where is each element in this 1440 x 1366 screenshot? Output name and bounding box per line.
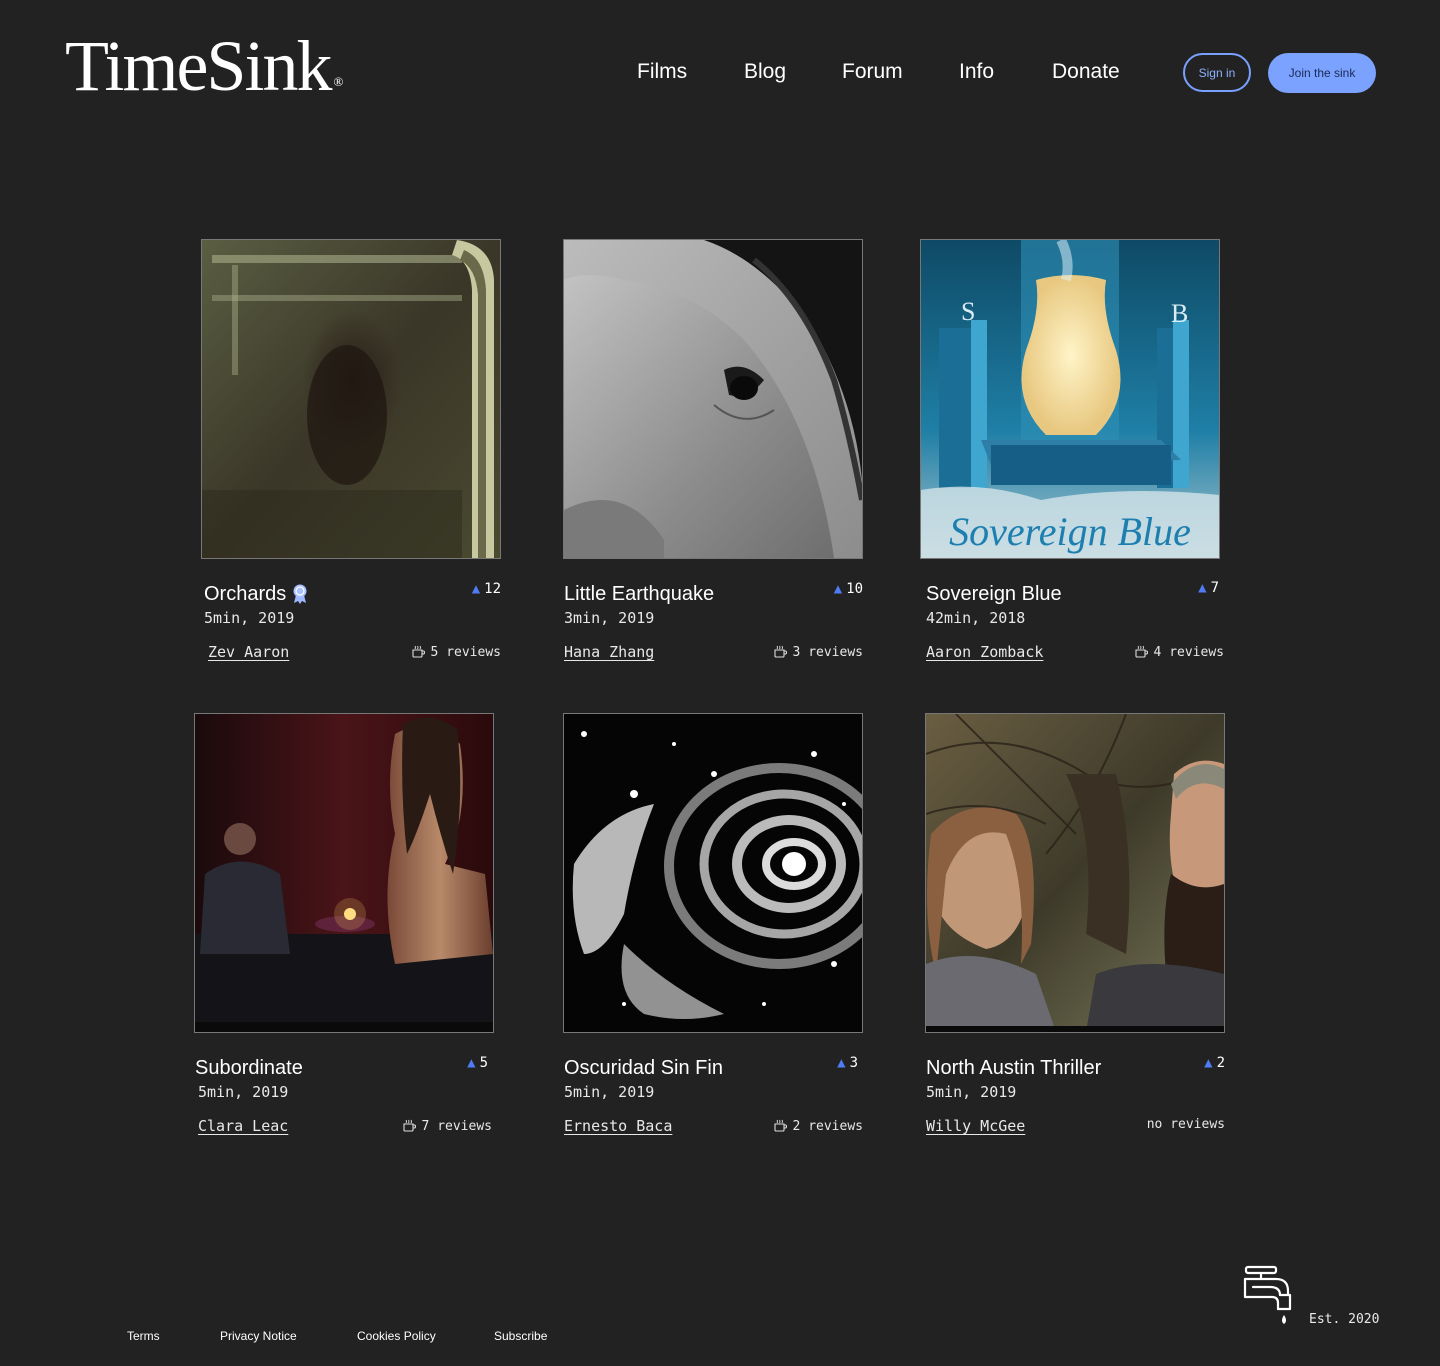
- join-the-sink-button[interactable]: Join the sink: [1268, 53, 1376, 93]
- film-card-orchards[interactable]: Orchards ▲ 12 5min, 2019 Zev Aaron 5 revi…: [201, 239, 501, 663]
- nav-forum-link[interactable]: Forum: [842, 60, 903, 84]
- triangle-up-icon[interactable]: ▲: [467, 1055, 475, 1071]
- triangle-up-icon[interactable]: ▲: [1198, 580, 1206, 596]
- review-count[interactable]: 5 reviews: [411, 645, 501, 662]
- vote-count[interactable]: ▲ 2: [1204, 1055, 1225, 1071]
- film-title[interactable]: Sovereign Blue: [926, 583, 1062, 606]
- faucet-icon: [1240, 1265, 1296, 1332]
- review-count[interactable]: 7 reviews: [402, 1119, 492, 1136]
- film-card-little-earthquake[interactable]: Little Earthquake ▲ 10 3min, 2019 Hana Zh…: [563, 239, 863, 663]
- film-thumbnail-sovereign-blue[interactable]: S B Sovereign Blue: [920, 239, 1220, 559]
- triangle-up-icon[interactable]: ▲: [472, 581, 480, 597]
- poster-letter-b: B: [1171, 299, 1188, 328]
- director-link[interactable]: Zev Aaron: [208, 643, 289, 661]
- footer-terms-link[interactable]: Terms: [127, 1329, 160, 1343]
- vote-count[interactable]: ▲ 3: [837, 1055, 858, 1071]
- film-thumbnail-little-earthquake[interactable]: [563, 239, 863, 559]
- film-card-north-austin-thriller[interactable]: North Austin Thriller ▲ 2 5min, 2019 Will…: [925, 713, 1225, 1137]
- footer-links: Terms Privacy Notice Cookies Policy Subs…: [0, 1329, 1000, 1345]
- footer-privacy-link[interactable]: Privacy Notice: [220, 1329, 297, 1343]
- vote-count[interactable]: ▲ 12: [472, 581, 501, 597]
- film-thumbnail-subordinate[interactable]: [194, 713, 494, 1033]
- vote-count[interactable]: ▲ 5: [467, 1055, 488, 1071]
- film-title[interactable]: Oscuridad Sin Fin: [564, 1057, 723, 1080]
- triangle-up-icon[interactable]: ▲: [834, 581, 842, 597]
- footer-subscribe-link[interactable]: Subscribe: [494, 1329, 547, 1343]
- film-title[interactable]: North Austin Thriller: [926, 1057, 1101, 1080]
- director-link[interactable]: Aaron Zomback: [926, 643, 1043, 661]
- director-link[interactable]: Hana Zhang: [564, 643, 654, 661]
- award-ribbon-icon: [292, 584, 308, 610]
- film-title[interactable]: Orchards: [204, 583, 308, 610]
- director-link[interactable]: Clara Leac: [198, 1117, 288, 1135]
- review-count: no reviews: [1146, 1117, 1225, 1132]
- review-count[interactable]: 2 reviews: [773, 1119, 863, 1136]
- film-card-sovereign-blue[interactable]: S B Sovereign Blue Sovereign Blue ▲ 7 42m…: [920, 239, 1224, 663]
- film-card-oscuridad-sin-fin[interactable]: Oscuridad Sin Fin ▲ 3 5min, 2019 Ernesto …: [563, 713, 863, 1137]
- film-card-subordinate[interactable]: Subordinate ▲ 5 5min, 2019 Clara Leac 7 r…: [194, 713, 494, 1137]
- review-count[interactable]: 4 reviews: [1134, 645, 1224, 662]
- triangle-up-icon[interactable]: ▲: [837, 1055, 845, 1071]
- director-link[interactable]: Willy McGee: [926, 1117, 1025, 1135]
- coffee-cup-icon: [773, 1119, 787, 1136]
- film-meta: 5min, 2019: [204, 609, 295, 627]
- nav-info-link[interactable]: Info: [959, 60, 994, 84]
- director-link[interactable]: Ernesto Baca: [564, 1117, 672, 1135]
- film-meta: 3min, 2019: [564, 609, 655, 627]
- film-meta: 5min, 2019: [926, 1083, 1017, 1101]
- poster-title-text: Sovereign Blue: [949, 509, 1191, 554]
- poster-letter-s: S: [961, 297, 975, 326]
- film-meta: 5min, 2019: [198, 1083, 289, 1101]
- coffee-cup-icon: [411, 645, 425, 662]
- vote-count[interactable]: ▲ 10: [834, 581, 863, 597]
- nav-films-link[interactable]: Films: [637, 60, 687, 84]
- review-count[interactable]: 3 reviews: [773, 645, 863, 662]
- film-thumbnail-north-austin-thriller[interactable]: [925, 713, 1225, 1033]
- film-meta: 42min, 2018: [926, 609, 1026, 627]
- film-meta: 5min, 2019: [564, 1083, 655, 1101]
- film-thumbnail-oscuridad-sin-fin[interactable]: [563, 713, 863, 1033]
- film-thumbnail-orchards[interactable]: [201, 239, 501, 559]
- film-title[interactable]: Little Earthquake: [564, 583, 714, 606]
- coffee-cup-icon: [1134, 645, 1148, 662]
- coffee-cup-icon: [773, 645, 787, 662]
- nav-donate-link[interactable]: Donate: [1052, 60, 1120, 84]
- film-title[interactable]: Subordinate: [195, 1057, 303, 1080]
- footer-cookies-link[interactable]: Cookies Policy: [357, 1329, 436, 1343]
- nav-blog-link[interactable]: Blog: [744, 60, 786, 84]
- triangle-up-icon[interactable]: ▲: [1204, 1055, 1212, 1071]
- established-year: Est. 2020: [1309, 1312, 1380, 1327]
- sign-in-button[interactable]: Sign in: [1183, 53, 1251, 92]
- vote-count[interactable]: ▲ 7: [1198, 580, 1219, 596]
- coffee-cup-icon: [402, 1119, 416, 1136]
